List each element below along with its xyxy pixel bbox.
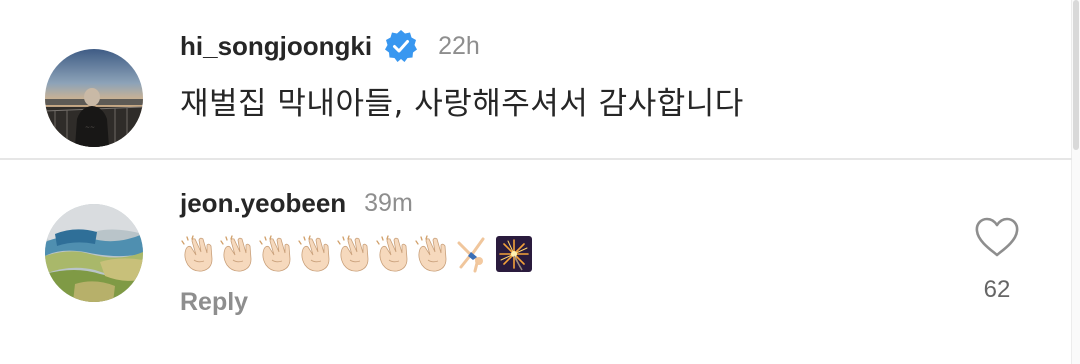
avatar-photo (45, 204, 143, 302)
like-area: 62 (970, 216, 1024, 304)
comment-item: ~~ hi_songjoongki 22h 재벌집 막내아들, 사랑해주셔서 감… (0, 0, 1072, 158)
timestamp: 39m (364, 188, 413, 217)
scrollbar[interactable] (1071, 0, 1080, 364)
svg-text:~~: ~~ (85, 124, 95, 131)
reply-button[interactable]: Reply (180, 288, 248, 317)
comment-header: jeon.yeobeen 39m (180, 186, 413, 220)
heart-icon[interactable] (970, 216, 1024, 258)
clapping-hands-icon (259, 235, 291, 272)
sparkler-icon (496, 236, 532, 272)
timestamp: 22h (438, 31, 480, 60)
avatar-photo: ~~ (45, 49, 143, 147)
comment-header: hi_songjoongki 22h (180, 28, 480, 64)
clapping-hands-icon (220, 235, 252, 272)
username[interactable]: jeon.yeobeen (180, 188, 346, 219)
clapping-hands-icon (376, 235, 408, 272)
like-count: 62 (983, 276, 1011, 303)
verified-badge-icon (384, 29, 418, 63)
username[interactable]: hi_songjoongki (180, 31, 372, 62)
scrollbar-thumb[interactable] (1073, 0, 1079, 150)
comment-emojis (180, 234, 532, 274)
avatar[interactable] (45, 204, 143, 302)
clapping-hands-icon (181, 235, 213, 272)
clapping-hands-icon (298, 235, 330, 272)
clapping-hands-icon (415, 235, 447, 272)
clapping-hands-icon (337, 235, 369, 272)
avatar[interactable]: ~~ (45, 49, 143, 147)
comment-item: jeon.yeobeen 39m Reply 62 (0, 160, 1072, 364)
comment-text: 재벌집 막내아들, 사랑해주셔서 감사합니다 (180, 86, 744, 122)
person-cartwheeling-icon (457, 237, 485, 273)
